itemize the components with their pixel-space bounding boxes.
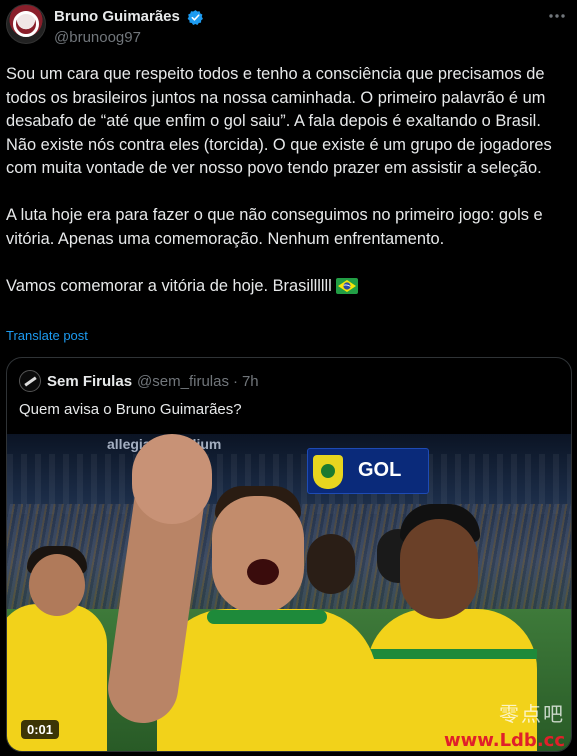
video-timecode: 0:01 xyxy=(21,720,60,739)
scoreboard: GOL xyxy=(307,448,429,494)
scoreboard-text: GOL xyxy=(358,459,402,481)
brazil-crest-icon xyxy=(313,455,343,489)
right-player-head xyxy=(400,519,478,619)
main-player-head xyxy=(212,496,304,614)
author-display-name[interactable]: Bruno Guimarães xyxy=(54,8,180,25)
watermark-url: www.Ldb.cc xyxy=(444,730,565,751)
brazil-flag-icon xyxy=(335,277,358,294)
quoted-tweet-header: Sem Firulas @sem_firulas · 7h xyxy=(19,370,259,392)
quoted-author-avatar[interactable] xyxy=(19,370,41,392)
quoted-author-display-name[interactable]: Sem Firulas xyxy=(47,373,132,390)
tweet-text: Sou um cara que respeito todos e tenho a… xyxy=(6,65,552,295)
quoted-author-handle[interactable]: @sem_firulas xyxy=(137,373,229,390)
watermark-text: 零点吧 xyxy=(499,702,565,726)
verified-badge-icon[interactable] xyxy=(187,9,204,26)
main-player-shirt xyxy=(157,609,377,751)
tweet-header: Bruno Guimarães @brunoog97 xyxy=(6,4,567,48)
main-player-collar xyxy=(207,610,327,624)
author-handle[interactable]: @brunoog97 xyxy=(54,29,141,46)
background-player xyxy=(307,534,355,594)
right-player-trim xyxy=(367,649,537,659)
left-player-head xyxy=(29,554,85,616)
translate-post-link[interactable]: Translate post xyxy=(6,328,88,343)
separator-dot: · xyxy=(232,372,238,390)
raised-hand xyxy=(132,434,212,524)
main-player-mouth xyxy=(247,559,279,585)
video-player[interactable]: allegiant stadium GOL 0:01 零点吧 www.Ldb.c… xyxy=(7,434,571,751)
author-avatar[interactable] xyxy=(6,4,46,44)
more-options-icon[interactable] xyxy=(547,8,567,24)
quoted-tweet-text: Quem avisa o Bruno Guimarães? xyxy=(19,401,242,418)
tweet-body: Sou um cara que respeito todos e tenho a… xyxy=(6,63,572,298)
quoted-timestamp[interactable]: 7h xyxy=(242,373,259,390)
quoted-tweet-card[interactable]: Sem Firulas @sem_firulas · 7h Quem avisa… xyxy=(6,357,572,752)
